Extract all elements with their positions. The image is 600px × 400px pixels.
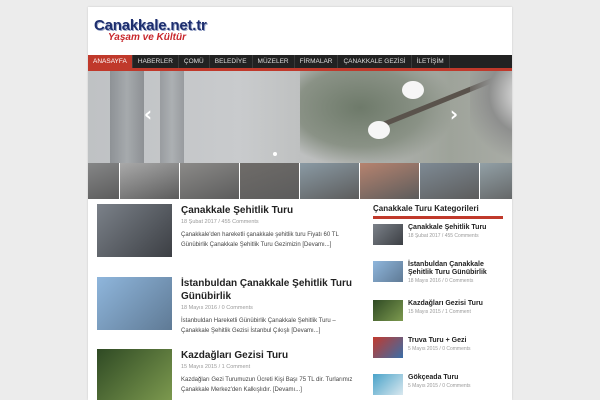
sidebar-item-date: 18 Şubat 2017: [408, 233, 441, 239]
sidebar-item-title[interactable]: Çanakkale Şehitlik Turu: [408, 224, 503, 232]
hero-slider: ‹ ›: [88, 71, 512, 163]
sidebar-item-comments[interactable]: 0 Comments: [445, 278, 473, 284]
article-comments[interactable]: 455 Comments: [221, 219, 258, 225]
logo-tagline: Yaşam ve Kültür: [108, 32, 186, 43]
nav-item[interactable]: İLETİŞİM: [412, 55, 450, 68]
sidebar-item-meta: 15 Mayıs 2015 / 1 Comment: [408, 309, 471, 315]
nav-item[interactable]: FİRMALAR: [295, 55, 339, 68]
nav-item[interactable]: ÇANAKKALE GEZİSİ: [338, 55, 412, 68]
nav-item[interactable]: BELEDİYE: [210, 55, 253, 68]
slider-thumbnail[interactable]: [420, 163, 480, 199]
monument-pillar: [160, 71, 184, 163]
article-title[interactable]: Kazdağları Gezisi Turu: [181, 349, 371, 362]
nav-item[interactable]: HABERLER: [133, 55, 179, 68]
sidebar-item-title[interactable]: Gökçeada Turu: [408, 374, 503, 382]
glove-shape: [402, 81, 424, 99]
slider-dot[interactable]: [273, 152, 277, 156]
sidebar-item-comments[interactable]: 0 Comments: [442, 346, 470, 352]
slider-thumbnail[interactable]: [88, 163, 120, 199]
sidebar-item: İstanbuldan Çanakkale Şehitlik Turu Günü…: [373, 261, 503, 295]
slider-thumbnails: [88, 163, 512, 199]
slider-thumbnail[interactable]: [480, 163, 512, 199]
nav-item[interactable]: ANASAYFA: [88, 55, 133, 68]
article-excerpt: İstanbuldan Hareketli Günübirlik Çanakka…: [181, 318, 336, 334]
sidebar-item-title[interactable]: Truva Turu + Gezi: [408, 337, 503, 345]
sidebar-item-comments[interactable]: 455 Comments: [445, 233, 479, 239]
article-title[interactable]: İstanbuldan Çanakkale Şehitlik Turu Günü…: [181, 277, 371, 303]
nav-item[interactable]: MÜZELER: [253, 55, 295, 68]
sidebar-item-date: 5 Mayıs 2015: [408, 383, 439, 389]
slider-next-icon[interactable]: ›: [446, 103, 462, 125]
nav-item[interactable]: ÇOMÜ: [179, 55, 210, 68]
slider-thumbnail[interactable]: [120, 163, 180, 199]
sidebar-item-title[interactable]: İstanbuldan Çanakkale Şehitlik Turu Günü…: [408, 261, 503, 277]
article-thumbnail[interactable]: [97, 349, 172, 400]
article-meta: 15 Mayıs 2015 / 1 Comment: [181, 364, 251, 370]
article-item: Çanakkale Şehitlik Turu 18 Şubat 2017 / 4…: [97, 204, 362, 275]
sidebar-title: Çanakkale Turu Kategorileri: [373, 204, 503, 219]
sidebar-thumbnail[interactable]: [373, 300, 403, 321]
sidebar-item: Gökçeada Turu 5 Mayıs 2015 / 0 Comments: [373, 374, 503, 400]
main-nav: ANASAYFA HABERLER ÇOMÜ BELEDİYE MÜZELER FİRMA…: [88, 55, 512, 71]
article-comments[interactable]: 0 Comments: [222, 305, 253, 311]
article-excerpt: Kazdağları Gezi Turumuzun Ücreti Kişi Ba…: [181, 377, 353, 393]
sidebar-item: Çanakkale Şehitlik Turu 18 Şubat 2017 / 4…: [373, 224, 503, 256]
slider-thumbnail[interactable]: [180, 163, 240, 199]
sidebar-item-meta: 5 Mayıs 2015 / 0 Comments: [408, 383, 471, 389]
slider-thumbnail[interactable]: [300, 163, 360, 199]
sidebar-item: Truva Turu + Gezi 5 Mayıs 2015 / 0 Commen…: [373, 337, 503, 369]
article-thumbnail[interactable]: [97, 277, 172, 330]
sidebar-item-comments[interactable]: 1 Comment: [445, 309, 471, 315]
sidebar-item: Kazdağları Gezisi Turu 15 Mayıs 2015 / 1 …: [373, 300, 503, 332]
sidebar-thumbnail[interactable]: [373, 374, 403, 395]
tree-shape: [300, 71, 450, 163]
article-thumbnail[interactable]: [97, 204, 172, 257]
sidebar-thumbnail[interactable]: [373, 261, 403, 282]
slider-thumbnail[interactable]: [240, 163, 300, 199]
monument-pillar: [110, 71, 144, 163]
slider-prev-icon[interactable]: ‹: [140, 103, 156, 125]
sidebar-item-title[interactable]: Kazdağları Gezisi Turu: [408, 300, 503, 308]
sidebar-item-comments[interactable]: 0 Comments: [442, 383, 470, 389]
article-date: 15 Mayıs 2015: [181, 364, 218, 370]
article-excerpt: Çanakkale'den hareketli çanakkale şehitl…: [181, 232, 339, 248]
slider-thumbnail[interactable]: [360, 163, 420, 199]
sidebar-item-date: 5 Mayıs 2015: [408, 346, 439, 352]
soldier-shape: [470, 71, 512, 163]
site-logo[interactable]: Canakkale.net.tr Yaşam ve Kültür: [94, 17, 207, 49]
article-date: 18 Mayıs 2016: [181, 305, 218, 311]
article-comments[interactable]: 1 Comment: [222, 364, 250, 370]
glove-shape: [368, 121, 390, 139]
article-item: İstanbuldan Çanakkale Şehitlik Turu Günü…: [97, 277, 362, 348]
sidebar-item-meta: 5 Mayıs 2015 / 0 Comments: [408, 346, 471, 352]
sidebar-widget: Çanakkale Turu Kategorileri Çanakkale Şe…: [373, 204, 503, 400]
sidebar-thumbnail[interactable]: [373, 224, 403, 245]
sidebar-item-date: 18 Mayıs 2016: [408, 278, 441, 284]
sidebar-item-meta: 18 Şubat 2017 / 455 Comments: [408, 233, 479, 239]
article-date: 18 Şubat 2017: [181, 219, 217, 225]
article-title[interactable]: Çanakkale Şehitlik Turu: [181, 204, 371, 217]
sidebar-item-date: 15 Mayıs 2015: [408, 309, 441, 315]
article-meta: 18 Mayıs 2016 / 0 Comments: [181, 305, 253, 311]
article-meta: 18 Şubat 2017 / 455 Comments: [181, 219, 259, 225]
article-item: Kazdağları Gezisi Turu 15 Mayıs 2015 / 1 …: [97, 349, 362, 400]
sidebar-list: Çanakkale Şehitlik Turu 18 Şubat 2017 / 4…: [373, 224, 503, 400]
sidebar-thumbnail[interactable]: [373, 337, 403, 358]
sidebar-item-meta: 18 Mayıs 2016 / 0 Comments: [408, 278, 474, 284]
page-frame: Canakkale.net.tr Yaşam ve Kültür ANASAYF…: [88, 7, 512, 400]
